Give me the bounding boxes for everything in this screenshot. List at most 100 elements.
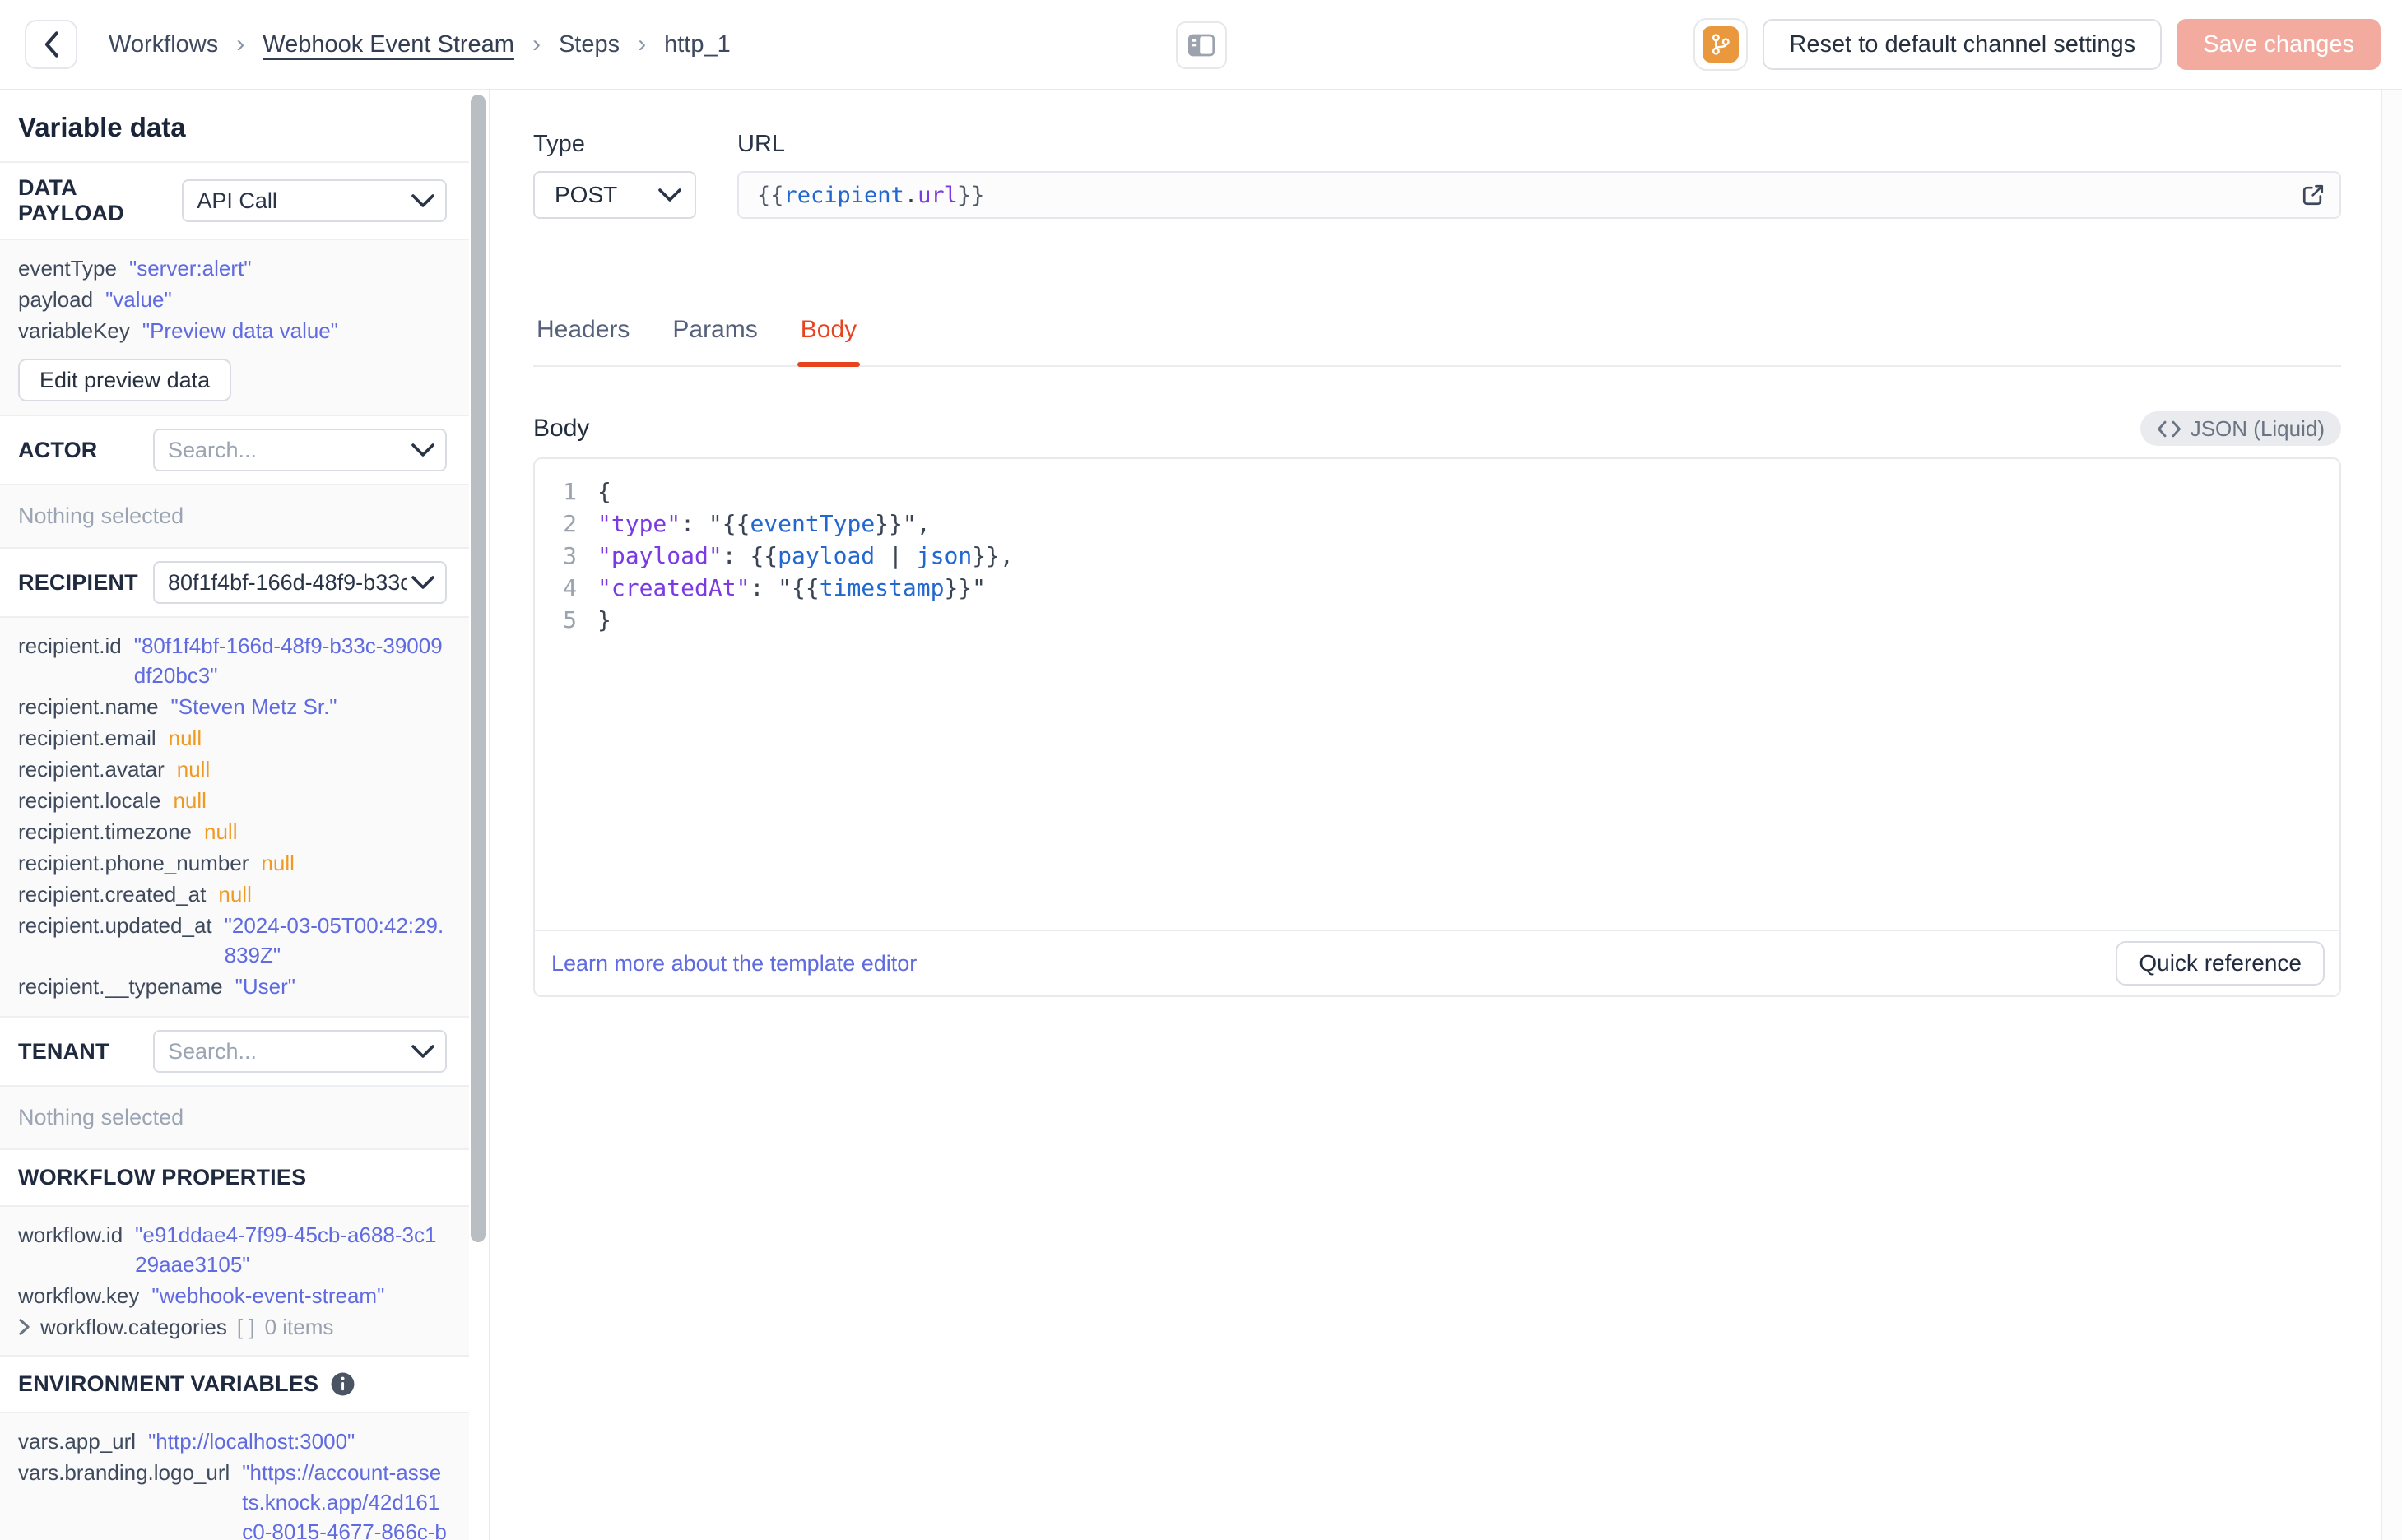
data-key: workflow.key [18, 1283, 140, 1308]
code-text: { [597, 478, 611, 505]
save-changes-button[interactable]: Save changes [2177, 19, 2381, 70]
body-template-editor: 1 { 2 "type": "{{eventType}}", 3 "payloa… [533, 457, 2341, 997]
data-payload-preview-block: eventType "server:alert" payload "value"… [0, 240, 469, 416]
quick-reference-button[interactable]: Quick reference [2116, 941, 2325, 986]
url-input[interactable]: {{recipient. url}} [737, 171, 2341, 219]
breadcrumb-item-workflows[interactable]: Workflows [109, 31, 218, 58]
request-tabs: Headers Params Body [533, 316, 2341, 367]
data-value: "value" [105, 287, 172, 312]
url-label: URL [737, 131, 786, 157]
type-field-group: Type POST [533, 130, 696, 219]
variable-data-sidebar: Variable data DATA PAYLOAD API Call even… [0, 90, 490, 1540]
reset-channel-settings-button[interactable]: Reset to default channel settings [1763, 19, 2163, 70]
line-number: 5 [563, 606, 577, 633]
tenant-search-placeholder: Search... [168, 1038, 258, 1064]
data-key: recipient.avatar [18, 757, 165, 782]
line-number: 2 [563, 510, 577, 537]
tab-headers[interactable]: Headers [533, 316, 633, 365]
code-text: "type": "{{eventType}}", [597, 510, 931, 537]
data-key: recipient.phone_number [18, 851, 249, 875]
version-control-button[interactable] [1693, 18, 1749, 71]
data-row: workflow.key "webhook-event-stream" [18, 1281, 447, 1310]
liquid-dot: . [904, 182, 918, 208]
type-label: Type [533, 131, 585, 157]
breadcrumb-item-steps[interactable]: Steps [559, 31, 620, 58]
data-row: recipient.created_at null [18, 879, 447, 909]
breadcrumb: Workflows › Webhook Event Stream › Steps… [109, 30, 731, 58]
external-link-icon[interactable] [2300, 182, 2326, 208]
recipient-label: RECIPIENT [18, 569, 138, 595]
actor-empty-state: Nothing selected [0, 485, 469, 549]
data-row: payload "value" [18, 285, 447, 314]
data-row: vars.branding.logo_url "https://account-… [18, 1458, 447, 1540]
edit-preview-data-button[interactable]: Edit preview data [18, 359, 232, 401]
git-branch-icon [1703, 26, 1740, 63]
data-row: recipient.name "Steven Metz Sr." [18, 692, 447, 721]
breadcrumb-item-step-name: http_1 [664, 30, 731, 58]
line-number: 4 [563, 574, 577, 601]
tenant-search-select[interactable]: Search... [153, 1030, 447, 1073]
data-key: eventType [18, 256, 117, 281]
sidebar-scrollbar-thumb[interactable] [471, 95, 486, 1242]
template-editor-docs-link[interactable]: Learn more about the template editor [551, 951, 917, 976]
body-heading: Body [533, 415, 590, 442]
back-button[interactable] [25, 20, 77, 69]
code-line: 4 "createdAt": "{{timestamp}}" [535, 572, 2339, 604]
workflow-properties-label: WORKFLOW PROPERTIES [18, 1165, 307, 1190]
liquid-open-braces: {{ [757, 182, 784, 208]
data-key: recipient.timezone [18, 819, 192, 844]
breadcrumb-item-workflow-name[interactable]: Webhook Event Stream [263, 31, 514, 58]
environment-variables-label: ENVIRONMENT VARIABLES [18, 1371, 319, 1396]
data-row: recipient.timezone null [18, 817, 447, 847]
workflow-categories-row[interactable]: workflow.categories [ ] 0 items [18, 1312, 447, 1342]
sidebar-toggle-button[interactable] [1175, 21, 1227, 69]
breadcrumb-separator: › [532, 30, 541, 58]
recipient-row: RECIPIENT 80f1f4bf-166d-48f9-b33c [0, 549, 469, 618]
data-value: "http://localhost:3000" [148, 1429, 355, 1454]
data-key: workflow.id [18, 1222, 123, 1247]
data-row: variableKey "Preview data value" [18, 316, 447, 346]
main-scrollbar-gutter[interactable] [2381, 90, 2402, 1540]
data-key: recipient.id [18, 633, 122, 658]
actor-search-select[interactable]: Search... [153, 429, 447, 471]
body-section-header: Body JSON (Liquid) [533, 411, 2341, 446]
chevron-down-icon [411, 575, 434, 590]
data-row: eventType "server:alert" [18, 253, 447, 283]
tab-params[interactable]: Params [669, 316, 760, 365]
http-method-select[interactable]: POST [533, 171, 696, 219]
tenant-label: TENANT [18, 1038, 109, 1064]
data-row: vars.app_url "http://localhost:3000" [18, 1426, 447, 1456]
data-key: recipient.name [18, 694, 159, 719]
recipient-data-block: recipient.id "80f1f4bf-166d-48f9-b33c-39… [0, 618, 469, 1018]
data-value: null [261, 851, 295, 875]
data-value: "server:alert" [128, 256, 252, 281]
liquid-object: recipient [783, 182, 904, 208]
line-number: 3 [563, 542, 577, 569]
code-area[interactable]: 1 { 2 "type": "{{eventType}}", 3 "payloa… [535, 459, 2339, 930]
data-value: "User" [235, 974, 295, 999]
recipient-select[interactable]: 80f1f4bf-166d-48f9-b33c [153, 561, 447, 604]
data-value: "Steven Metz Sr." [170, 694, 337, 719]
chevron-down-icon [411, 194, 434, 208]
liquid-property: url [918, 182, 958, 208]
data-payload-selected-value: API Call [197, 188, 277, 213]
info-icon[interactable] [330, 1371, 355, 1397]
data-key: recipient.updated_at [18, 913, 212, 938]
line-number: 1 [563, 478, 577, 505]
tab-body[interactable]: Body [797, 316, 861, 367]
workflow-properties-block: workflow.id "e91ddae4-7f99-45cb-a688-3c1… [0, 1207, 469, 1357]
topbar-actions: Reset to default channel settings Save c… [1693, 18, 2381, 71]
chevron-left-icon [42, 30, 60, 58]
liquid-close-braces: }} [957, 182, 985, 208]
chevron-down-icon [411, 1045, 434, 1059]
data-key: vars.branding.logo_url [18, 1460, 230, 1485]
data-row: recipient.avatar null [18, 754, 447, 784]
chevron-right-icon [18, 1318, 30, 1336]
data-row: recipient.phone_number null [18, 848, 447, 878]
topbar: Workflows › Webhook Event Stream › Steps… [0, 0, 2402, 90]
data-row: recipient.id "80f1f4bf-166d-48f9-b33c-39… [18, 631, 447, 690]
data-value: null [173, 788, 207, 813]
data-value: "2024-03-05T00:42:29.839Z" [224, 913, 444, 967]
request-config-row: Type POST URL {{recipient. url}} [533, 130, 2341, 219]
data-payload-select[interactable]: API Call [182, 179, 447, 222]
